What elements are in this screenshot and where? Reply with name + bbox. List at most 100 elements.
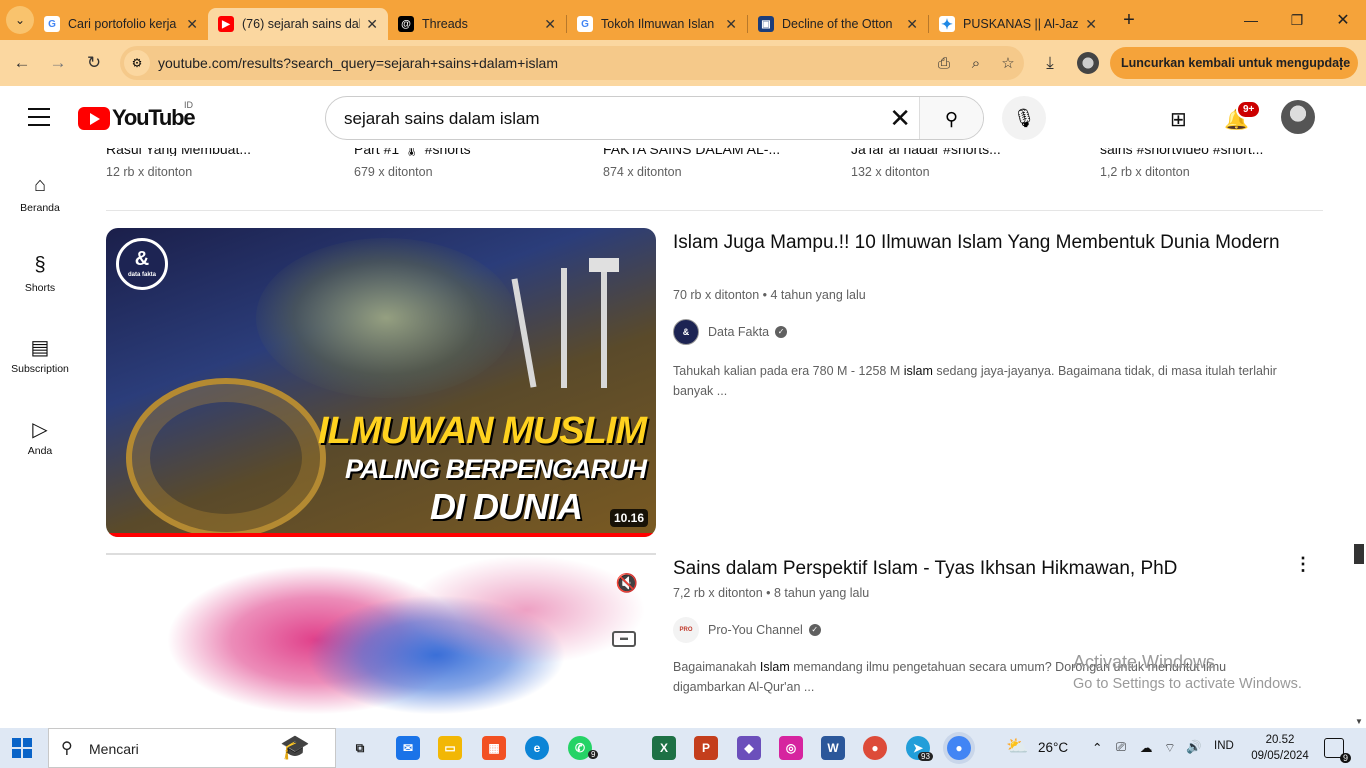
close-window-icon[interactable]: ✕ — [1320, 0, 1366, 40]
close-icon[interactable]: ✕ — [725, 16, 737, 33]
close-icon[interactable]: ✕ — [906, 16, 918, 33]
duration-badge: 10.16 — [609, 509, 648, 527]
tab-puskanas[interactable]: ✦ PUSKANAS || Al-Jaza ✕ — [929, 8, 1107, 40]
tab-threads[interactable]: @ Threads ✕ — [388, 8, 566, 40]
create-video-icon[interactable]: ⊞ — [1170, 107, 1187, 132]
more-vert-icon[interactable]: ⋮ — [1294, 554, 1312, 575]
star-icon: ✦ — [939, 16, 955, 32]
volume-icon[interactable]: 🔊 — [1186, 740, 1202, 755]
tab-search-dropdown-icon[interactable]: ⌄ — [6, 6, 34, 34]
back-icon[interactable]: ← — [4, 53, 40, 73]
clear-search-icon[interactable]: ✕ — [889, 103, 911, 134]
word-icon[interactable]: W — [821, 736, 845, 760]
powerpoint-icon[interactable]: P — [694, 736, 718, 760]
google-icon: G — [44, 16, 60, 32]
mail-icon[interactable]: ✉ — [396, 736, 420, 760]
muted-speaker-icon[interactable]: 🔇 — [616, 573, 638, 594]
instagram-icon[interactable]: ◎ — [779, 736, 803, 760]
close-icon[interactable]: ✕ — [366, 16, 378, 33]
tab-cari-portofolio[interactable]: G Cari portofolio kerja ✕ — [34, 8, 208, 40]
close-icon[interactable]: ✕ — [544, 16, 556, 33]
download-icon[interactable]: ⤓ — [1032, 53, 1068, 73]
video-thumbnail-preview[interactable]: 🔇 ▬ — [106, 553, 656, 728]
channel-avatar[interactable]: & — [673, 319, 699, 345]
video-title[interactable]: Sains dalam Perspektif Islam - Tyas Ikhs… — [673, 554, 1293, 583]
task-view-icon[interactable]: ⧉ — [348, 736, 372, 760]
telegram-badge: 93 — [918, 752, 933, 761]
weather-icon[interactable]: ⛅ — [1006, 736, 1028, 757]
video-thumbnail[interactable]: & data fakta ILMUWAN MUSLIM PALING BERPE… — [106, 228, 656, 537]
sidebar-item-anda[interactable]: ▷ Anda — [0, 417, 80, 457]
chrome-profile-icon[interactable]: ● — [863, 736, 887, 760]
account-avatar[interactable] — [1281, 100, 1315, 134]
data-fakta-logo: & data fakta — [116, 238, 168, 290]
sidebar-item-shorts[interactable]: § Shorts — [0, 254, 80, 294]
section-divider — [106, 210, 1323, 211]
home-icon: ⌂ — [33, 174, 47, 196]
menu-icon[interactable] — [28, 108, 50, 132]
new-tab-icon[interactable]: + — [1115, 9, 1143, 32]
file-explorer-icon[interactable]: ▭ — [438, 736, 462, 760]
taskbar-search[interactable]: ⚲ Mencari 🎓 — [48, 728, 336, 768]
youtube-header: YouTube ID sejarah sains dalam islam ✕ ⚲… — [0, 86, 1366, 148]
install-app-icon[interactable]: ⎙ — [928, 55, 960, 72]
microphone-icon: 🎙 — [1012, 107, 1036, 128]
channel-avatar[interactable]: PRO — [673, 617, 699, 643]
close-icon[interactable]: ✕ — [1085, 16, 1097, 33]
captions-icon[interactable]: ▬ — [612, 631, 636, 647]
address-bar[interactable]: ⚙ youtube.com/results?search_query=sejar… — [120, 46, 1024, 80]
windows-start-icon[interactable] — [12, 738, 32, 758]
tab-decline-ottoman[interactable]: ▣ Decline of the Otton ✕ — [748, 8, 928, 40]
search-icon: ⚲ — [944, 108, 959, 129]
scroll-down-icon[interactable]: ▼ — [1355, 717, 1363, 726]
address-url[interactable]: youtube.com/results?search_query=sejarah… — [158, 55, 928, 71]
bookmark-star-icon[interactable]: ☆ — [992, 54, 1024, 72]
page-scrollbar[interactable]: ▲ ▼ — [1352, 86, 1366, 728]
more-vert-icon[interactable]: ⋮ — [1334, 55, 1348, 72]
notification-center-icon[interactable]: 9 — [1324, 738, 1351, 763]
chrome-icon[interactable]: ● — [947, 736, 971, 760]
library-icon: ▣ — [758, 16, 774, 32]
google-icon: G — [577, 16, 593, 32]
youtube-logo[interactable]: YouTube ID — [78, 100, 196, 131]
network-icon[interactable]: ☁ — [1140, 740, 1153, 755]
channel-link[interactable]: & Data Fakta ✓ — [673, 319, 788, 345]
threads-icon: @ — [398, 16, 414, 32]
relaunch-update-button[interactable]: Luncurkan kembali untuk mengupdate ⋮ — [1110, 47, 1358, 79]
voice-search-button[interactable]: 🎙 — [1002, 96, 1046, 140]
restore-icon[interactable]: ❐ — [1274, 0, 1320, 40]
graduation-cap-icon: 🎓 — [280, 734, 310, 761]
close-icon[interactable]: ✕ — [186, 16, 198, 33]
tab-youtube-active[interactable]: ▶ (76) sejarah sains dal ✕ — [208, 8, 388, 40]
search-input[interactable]: sejarah sains dalam islam — [344, 109, 540, 129]
search-box[interactable]: sejarah sains dalam islam ✕ ⚲ — [325, 96, 984, 140]
input-language[interactable]: IND — [1214, 740, 1234, 752]
wifi-icon[interactable]: ⌔ — [1164, 740, 1176, 756]
sidebar-item-subscription[interactable]: ▤ Subscription — [0, 335, 80, 375]
youtube-icon: ▶ — [218, 16, 234, 32]
scrollbar-thumb[interactable] — [1354, 544, 1364, 564]
site-info-icon[interactable]: ⚙ — [124, 50, 150, 76]
browser-tab-strip: ⌄ G Cari portofolio kerja ✕ ▶ (76) sejar… — [0, 0, 1366, 40]
zoom-icon[interactable]: ⌕ — [960, 55, 992, 72]
notification-count-badge: 9+ — [1236, 100, 1262, 119]
weather-temperature[interactable]: 26°C — [1038, 740, 1068, 755]
browser-toolbar: ← → ↻ ⚙ youtube.com/results?search_query… — [0, 40, 1366, 86]
profile-avatar[interactable] — [1077, 52, 1099, 74]
channel-link[interactable]: PRO Pro-You Channel ✓ — [673, 617, 821, 643]
watch-progress-bar — [106, 533, 656, 537]
forward-icon[interactable]: → — [40, 53, 76, 73]
reload-icon[interactable]: ↻ — [76, 53, 112, 73]
sidebar-item-beranda[interactable]: ⌂ Beranda — [0, 174, 80, 214]
chevron-up-icon[interactable]: ⌃ — [1092, 740, 1102, 755]
microsoft-store-icon[interactable]: ▦ — [482, 736, 506, 760]
clipchamp-icon[interactable]: ◆ — [737, 736, 761, 760]
video-title[interactable]: Islam Juga Mampu.!! 10 Ilmuwan Islam Yan… — [673, 228, 1293, 257]
minimize-icon[interactable]: — — [1228, 0, 1274, 40]
device-icon[interactable]: ⎚ — [1116, 740, 1126, 755]
taskbar-clock[interactable]: 20.52 09/05/2024 — [1248, 732, 1312, 764]
edge-icon[interactable]: e — [525, 736, 549, 760]
excel-icon[interactable]: X — [652, 736, 676, 760]
search-button[interactable]: ⚲ — [919, 97, 983, 139]
tab-tokoh-ilmuwan[interactable]: G Tokoh Ilmuwan Islan ✕ — [567, 8, 747, 40]
